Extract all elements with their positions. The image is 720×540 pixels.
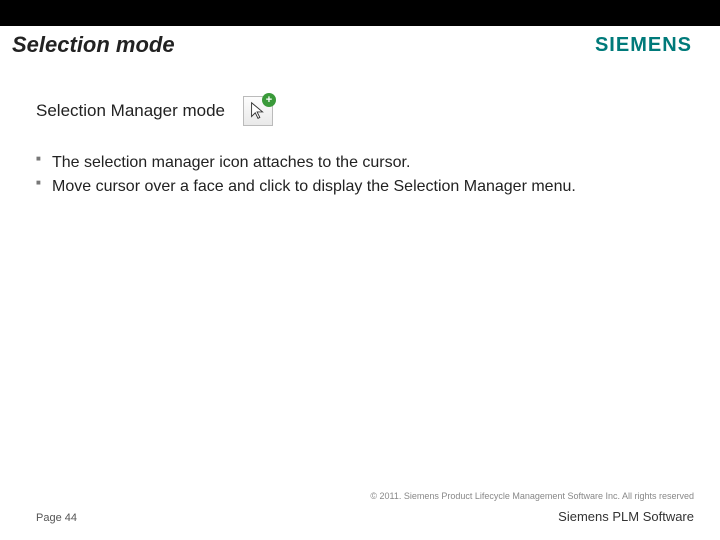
bullet-item: Move cursor over a face and click to dis… xyxy=(36,176,690,198)
bullet-list: The selection manager icon attaches to t… xyxy=(0,134,720,197)
page-number: Page 44 xyxy=(36,512,77,524)
plus-badge-icon: + xyxy=(262,93,276,107)
top-accent-bar xyxy=(0,0,720,26)
footer-row: Page 44 Siemens PLM Software xyxy=(36,509,694,524)
bullet-item: The selection manager icon attaches to t… xyxy=(36,152,690,174)
footer: © 2011. Siemens Product Lifecycle Manage… xyxy=(0,491,720,524)
footer-brand: Siemens PLM Software xyxy=(558,509,694,524)
subhead-row: Selection Manager mode + xyxy=(0,68,720,134)
siemens-logo: SIEMENS xyxy=(595,34,692,57)
slide-title: Selection mode xyxy=(12,32,175,58)
copyright-text: © 2011. Siemens Product Lifecycle Manage… xyxy=(36,491,694,501)
subhead-text: Selection Manager mode xyxy=(36,101,225,121)
header-row: Selection mode SIEMENS xyxy=(0,26,720,68)
selection-manager-icon: + xyxy=(243,96,273,126)
